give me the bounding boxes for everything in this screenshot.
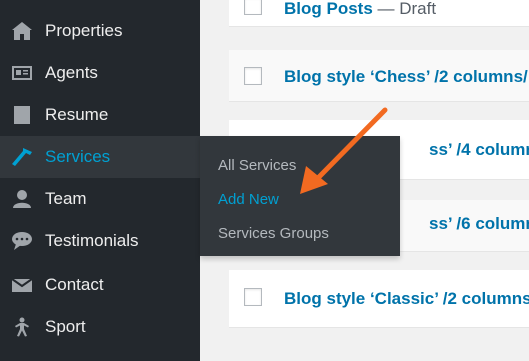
table-row: Blog style ‘Classic’ /2 columns/ bbox=[229, 270, 529, 328]
speech-bubble-icon bbox=[10, 231, 34, 251]
sidebar-item-label: Sport bbox=[45, 317, 86, 336]
post-title-link[interactable]: Blog Posts — Draft bbox=[284, 0, 436, 19]
post-title-link[interactable]: ss’ /6 columns/ bbox=[429, 214, 529, 234]
submenu-all-services[interactable]: All Services bbox=[200, 149, 400, 183]
sidebar-item-label: Resume bbox=[45, 105, 109, 124]
row-checkbox[interactable] bbox=[244, 288, 262, 306]
sidebar-item-label: Services bbox=[45, 147, 111, 166]
services-submenu: All Services Add New Services Groups bbox=[200, 136, 400, 256]
post-title-link[interactable]: ss’ /4 columns/ bbox=[429, 140, 529, 160]
envelope-icon bbox=[10, 275, 34, 295]
submenu-add-new[interactable]: Add New bbox=[200, 183, 400, 217]
sidebar-item-properties[interactable]: Properties bbox=[0, 10, 200, 52]
table-row: Blog style ‘Chess’ /2 columns/ bbox=[229, 50, 529, 102]
sidebar-item-label: Team bbox=[45, 189, 87, 208]
sidebar-item-resume[interactable]: Resume bbox=[0, 94, 200, 136]
post-title-link[interactable]: Blog style ‘Classic’ /2 columns/ bbox=[284, 289, 529, 309]
row-checkbox[interactable] bbox=[244, 67, 262, 85]
sidebar-item-testimonials[interactable]: Testimonials bbox=[0, 220, 200, 262]
running-figure-icon bbox=[10, 317, 34, 337]
user-icon bbox=[10, 189, 34, 209]
home-icon bbox=[10, 21, 34, 41]
document-icon bbox=[10, 105, 34, 125]
row-checkbox[interactable] bbox=[244, 0, 262, 15]
sidebar-item-label: Contact bbox=[45, 275, 104, 294]
sidebar-item-contact[interactable]: Contact bbox=[0, 264, 200, 306]
sidebar-item-sport[interactable]: Sport bbox=[0, 306, 200, 348]
sidebar-item-label: Agents bbox=[45, 63, 98, 82]
active-caret bbox=[192, 149, 200, 165]
sidebar-item-label: Properties bbox=[45, 21, 123, 40]
post-title-link[interactable]: Blog style ‘Chess’ /2 columns/ bbox=[284, 67, 528, 87]
sidebar-item-services[interactable]: Services bbox=[0, 136, 200, 178]
sidebar-item-label: Testimonials bbox=[45, 231, 139, 250]
submenu-services-groups[interactable]: Services Groups bbox=[200, 217, 400, 251]
sidebar-item-agents[interactable]: Agents bbox=[0, 52, 200, 94]
admin-sidebar: Properties Agents Resume Services Team T… bbox=[0, 0, 200, 361]
table-row: Blog Posts — Draft bbox=[229, 0, 529, 27]
sidebar-item-team[interactable]: Team bbox=[0, 178, 200, 220]
id-card-icon bbox=[10, 63, 34, 83]
hammer-icon bbox=[10, 147, 34, 167]
